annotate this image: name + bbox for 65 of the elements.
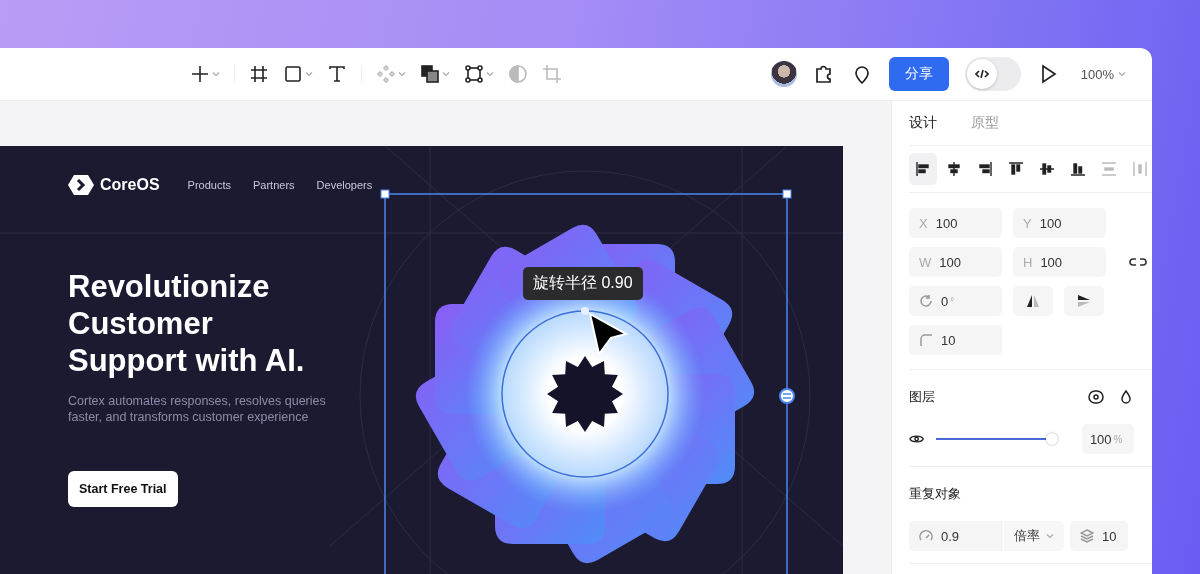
number-field[interactable]: W 100 <box>909 247 1002 277</box>
caret-icon <box>442 71 450 77</box>
align-distribute-v-icon <box>1101 161 1117 177</box>
component-icon <box>376 64 396 84</box>
hero-headline: Revolutionize Customer Support with AI. <box>68 268 306 379</box>
nav-link[interactable]: Developers <box>316 179 373 191</box>
caret-icon <box>1118 71 1126 77</box>
path-tool[interactable] <box>462 62 496 86</box>
flip-horizontal-button[interactable] <box>1013 286 1053 316</box>
code-toggle[interactable] <box>964 57 1021 91</box>
number-field[interactable]: Y 100 <box>1013 208 1106 238</box>
frame-icon <box>249 64 269 84</box>
align-distribute-h-icon <box>1132 161 1148 177</box>
count-field[interactable]: 10 <box>1070 521 1128 551</box>
align-top-icon <box>1008 161 1024 177</box>
crop-icon <box>542 64 562 84</box>
radius-ring[interactable] <box>501 307 669 478</box>
caret-icon <box>212 71 220 77</box>
code-icon <box>974 67 989 81</box>
boolean-tool[interactable] <box>418 62 452 86</box>
mask-icon <box>508 64 528 84</box>
zoom-dropdown[interactable]: 100% <box>1074 65 1132 83</box>
radius-tooltip: 旋转半径 0.90 <box>523 267 643 300</box>
section-title: 重复对象 <box>909 485 962 503</box>
caret-icon <box>305 71 313 77</box>
section-title: 图层 <box>909 388 936 406</box>
hexagon-logo-icon <box>68 174 94 196</box>
share-button[interactable]: 分享 <box>888 57 949 91</box>
radius-field[interactable]: 0.9 <box>909 521 1003 551</box>
caret-icon <box>1046 533 1054 539</box>
align-right-icon <box>977 161 993 177</box>
flip-horizontal-icon <box>1025 293 1041 309</box>
rotation-field[interactable]: 0° <box>909 286 1002 316</box>
boolean-icon <box>420 64 440 84</box>
nav-link[interactable]: Products <box>187 179 231 191</box>
path-icon <box>464 64 484 84</box>
logo-text: CoreOS <box>100 176 160 194</box>
user-avatar[interactable] <box>770 61 797 87</box>
align-left-button[interactable] <box>909 153 937 185</box>
flip-vertical-button[interactable] <box>1064 286 1104 316</box>
align-h-center-icon <box>946 161 962 177</box>
align-v-center-icon <box>1039 161 1055 177</box>
start-trial-button[interactable]: Start Free Trial <box>68 471 178 507</box>
panel-tab[interactable]: 设计 <box>909 114 937 132</box>
add-icon <box>190 64 210 84</box>
number-field[interactable]: X 100 <box>909 208 1002 238</box>
corner-radius-field[interactable]: 10 <box>909 325 1002 355</box>
cursor-icon <box>588 312 629 357</box>
caret-icon <box>486 71 494 77</box>
layers-icon <box>1080 529 1094 543</box>
align-left-icon <box>915 161 931 177</box>
hero-subtitle: Cortex automates responses, resolves queries faster, and transforms customer experience <box>68 393 327 425</box>
drop-icon[interactable] <box>1118 389 1134 405</box>
flip-vertical-icon <box>1076 293 1092 309</box>
gauge-icon <box>919 529 933 543</box>
nav-link[interactable]: Partners <box>253 179 295 191</box>
opacity-field[interactable]: 100% <box>1081 424 1134 454</box>
align-bottom-icon <box>1070 161 1086 177</box>
rectangle-icon <box>283 64 303 84</box>
text-icon <box>327 64 347 84</box>
caret-icon <box>398 71 406 77</box>
number-field[interactable]: H 100 <box>1013 247 1106 277</box>
mode-dropdown[interactable]: 倍率 <box>1004 521 1064 551</box>
rotate-icon <box>919 294 933 308</box>
corner-icon <box>919 333 933 347</box>
